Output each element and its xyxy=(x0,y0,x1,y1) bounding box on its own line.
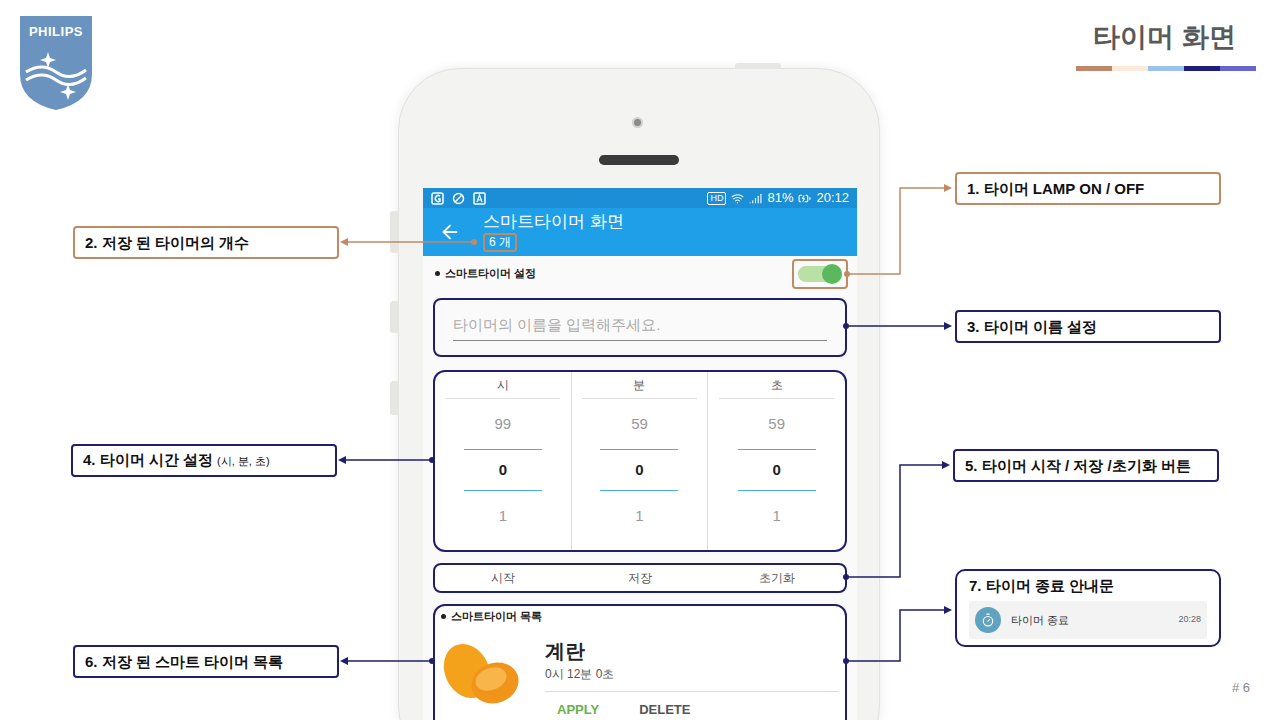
picker-column[interactable]: 분5901 xyxy=(572,372,709,550)
camera xyxy=(632,117,643,128)
clock: 20:12 xyxy=(816,190,849,206)
timer-list: 스마트타이머 목록계란0시 12분 0초APPLYDELETE xyxy=(433,604,847,720)
callout: 4. 타이머 시간 설정(시, 분, 초) xyxy=(71,444,337,477)
top-button xyxy=(735,63,781,69)
app-a-icon xyxy=(473,192,486,205)
accent-bar xyxy=(1076,66,1256,71)
timer-name-input[interactable]: 타이머의 이름을 입력해주세요. xyxy=(453,314,827,341)
settings-header: 스마트타이머 설정 xyxy=(423,256,857,291)
timer-button[interactable]: 초기화 xyxy=(708,569,845,587)
speaker xyxy=(599,155,679,165)
notification: 타이머 종료20:28 xyxy=(969,601,1207,639)
slide: PHILIPS타이머 화면HD81%20:12스마트타이머 화면6 개스마트타이… xyxy=(0,0,1280,720)
screen-title: 스마트타이머 화면 xyxy=(483,212,624,232)
callout: 5. 타이머 시작 / 저장 /초기화 버튼 xyxy=(953,449,1219,482)
callout: 3. 타이머 이름 설정 xyxy=(955,310,1221,343)
connector-line xyxy=(340,457,435,463)
lamp-toggle[interactable] xyxy=(798,266,842,282)
page-number: # 6 xyxy=(1232,678,1250,698)
phone-mockup: HD81%20:12스마트타이머 화면6 개스마트타이머 설정타이머의 이름을 … xyxy=(398,68,880,720)
block-icon xyxy=(452,192,465,205)
lamp-toggle-highlight xyxy=(792,259,848,289)
timer-buttons: 시작저장초기화 xyxy=(433,563,847,593)
connector-line xyxy=(844,188,950,277)
callout: 6. 저장 된 스마트 타이머 목록 xyxy=(73,645,339,678)
timer-count: 6 개 xyxy=(483,233,517,252)
phone-top xyxy=(399,69,879,188)
slide-title: 타이머 화면 xyxy=(1093,20,1256,54)
wifi-icon xyxy=(731,192,744,205)
timer-item-name: 계란 xyxy=(545,639,839,663)
timer-item-action[interactable]: DELETE xyxy=(639,700,690,720)
battery-icon xyxy=(798,192,811,205)
screen-body: 스마트타이머 설정타이머의 이름을 입력해주세요. 시9901분5901초5901… xyxy=(423,256,857,720)
timer-button[interactable]: 저장 xyxy=(572,569,709,587)
callout: 1. 타이머 LAMP ON / OFF xyxy=(955,172,1221,205)
battery-level: 81% xyxy=(767,190,793,206)
hd-badge: HD xyxy=(707,192,726,205)
picker-column[interactable]: 시9901 xyxy=(435,372,572,550)
connector-line xyxy=(843,465,948,580)
slide-header: 타이머 화면 xyxy=(1076,20,1256,71)
logo-text: PHILIPS xyxy=(18,22,94,42)
egg-icon xyxy=(439,639,523,709)
side-button xyxy=(390,381,399,415)
timer-list-item[interactable]: 계란 0시 12분 0초 APPLY DELETE xyxy=(435,639,845,720)
connector-line xyxy=(342,239,477,245)
status-bar: HD 81% 20:12 xyxy=(423,188,857,208)
timer-icon xyxy=(981,613,995,627)
screen: HD81%20:12스마트타이머 화면6 개스마트타이머 설정타이머의 이름을 … xyxy=(423,188,857,720)
callout: 7. 타이머 종료 안내문타이머 종료20:28 xyxy=(955,569,1221,647)
app-bar: 스마트타이머 화면6 개 xyxy=(423,208,857,256)
timer-item-action[interactable]: APPLY xyxy=(557,700,599,720)
connector-line xyxy=(843,323,950,329)
picker-column[interactable]: 초5901 xyxy=(708,372,845,550)
back-arrow-icon[interactable] xyxy=(439,221,461,243)
time-picker: 시9901분5901초5901 xyxy=(433,370,847,552)
signal-icon xyxy=(749,192,762,205)
connector-line xyxy=(342,658,435,664)
callout: 2. 저장 된 타이머의 개수 xyxy=(73,226,339,259)
name-field-box: 타이머의 이름을 입력해주세요. xyxy=(433,298,847,357)
app-g-icon xyxy=(431,192,444,205)
connector-line xyxy=(843,610,950,664)
timer-item-duration: 0시 12분 0초 xyxy=(545,665,839,683)
side-button xyxy=(390,211,399,253)
philips-logo: PHILIPS xyxy=(18,14,94,112)
timer-button[interactable]: 시작 xyxy=(435,569,572,587)
side-button xyxy=(390,301,399,333)
